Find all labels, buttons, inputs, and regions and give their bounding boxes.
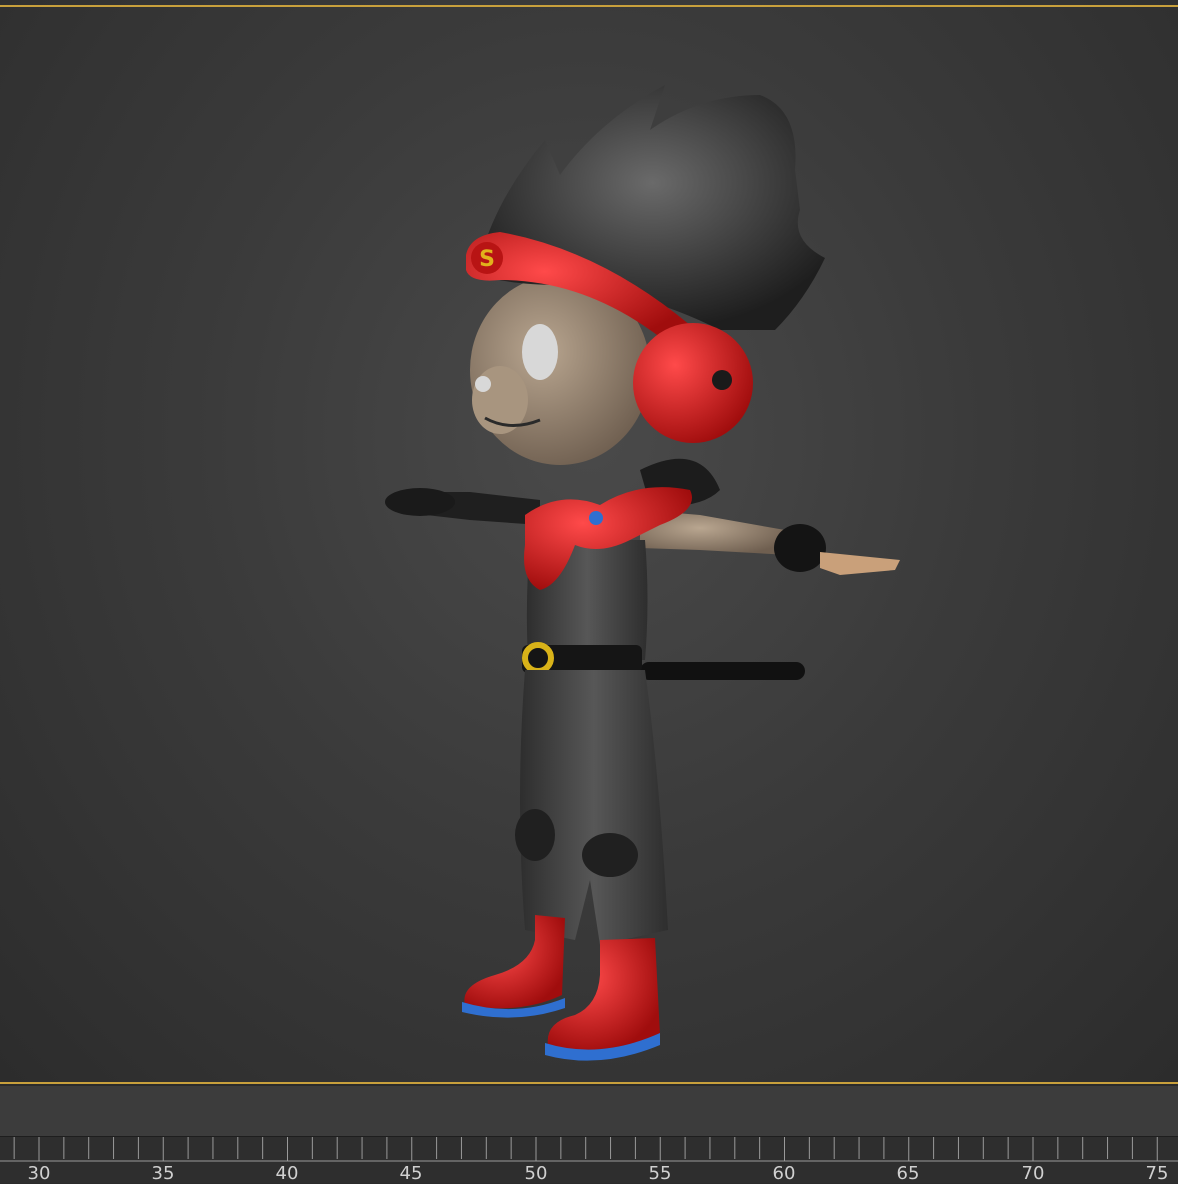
tick-label-35: 35 [151, 1163, 175, 1184]
legs [520, 670, 668, 945]
viewport-active-frame-bottom [0, 1082, 1178, 1084]
tick-label-55: 55 [648, 1163, 672, 1184]
3d-viewport[interactable]: S [0, 0, 1178, 1084]
boot-right [547, 938, 660, 1050]
tick-label-45: 45 [399, 1163, 423, 1184]
headband-emblem: S [471, 242, 503, 274]
timeline-ruler[interactable]: 30 35 40 45 50 55 60 65 70 75 [0, 1136, 1178, 1184]
tick-label-60: 60 [772, 1163, 796, 1184]
viewport-active-frame-top [0, 5, 1178, 7]
ear-headphone-hole [712, 370, 732, 390]
boot-left [464, 915, 565, 1009]
ear-headphone [633, 323, 753, 443]
tick-label-70: 70 [1021, 1163, 1045, 1184]
character-model[interactable]: S [380, 80, 920, 1080]
glove [774, 524, 826, 572]
eye [522, 324, 558, 380]
knee-pad-left [515, 809, 555, 861]
nose [475, 376, 491, 392]
svg-text:S: S [479, 247, 495, 272]
left-hand [385, 488, 455, 516]
fingers [820, 552, 900, 575]
chest-gem [589, 511, 603, 525]
knee-pad-right [582, 833, 638, 877]
tick-label-65: 65 [896, 1163, 920, 1184]
tail-staff [640, 662, 805, 680]
track-bar[interactable] [0, 1086, 1178, 1136]
tick-label-50: 50 [524, 1163, 548, 1184]
tick-label-75: 75 [1145, 1163, 1169, 1184]
tick-label-40: 40 [275, 1163, 299, 1184]
tick-label-30: 30 [27, 1163, 51, 1184]
